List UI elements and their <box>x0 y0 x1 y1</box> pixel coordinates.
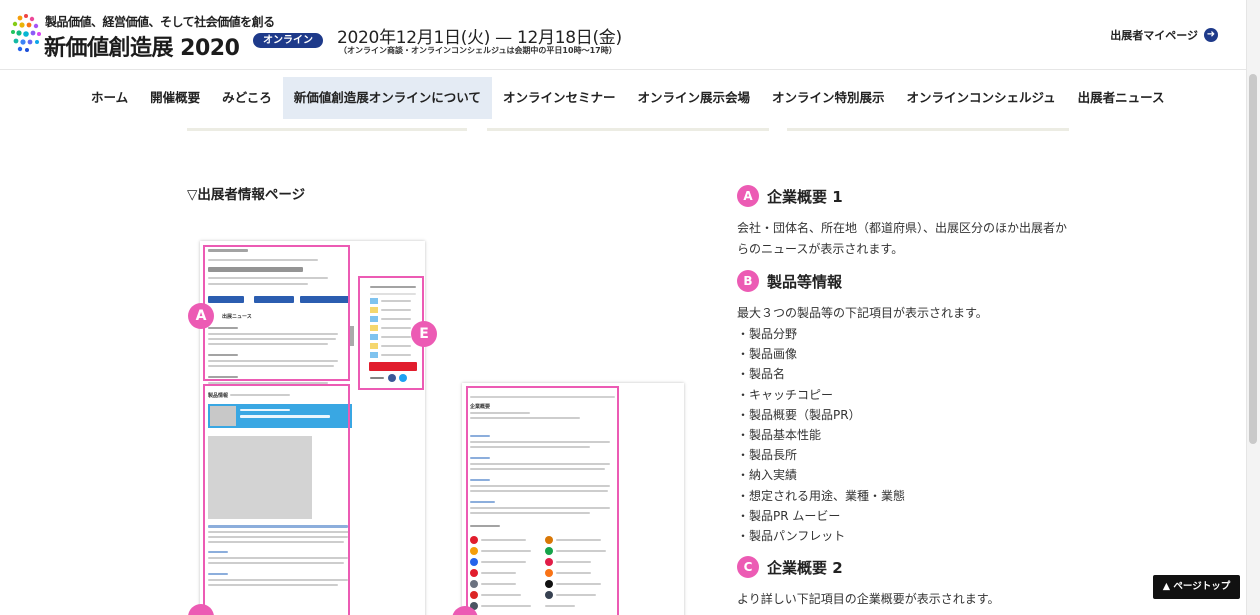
section-b-text: 最大３つの製品等の下記項目が表示されます。 <box>737 306 988 320</box>
section-a-title: A 企業概要 1 <box>737 185 1077 207</box>
nav-item-about-online[interactable]: 新価値創造展オンラインについて <box>282 77 492 119</box>
page-top-button[interactable]: ▲ ページトップ <box>1153 575 1240 599</box>
section-b-title-text: 製品等情報 <box>767 272 843 291</box>
description-panel: A 企業概要 1 会社・団体名、所在地（都道府県）、出展区分のほか出展者からのニ… <box>737 185 1077 615</box>
page-scrollbar[interactable] <box>1246 0 1260 615</box>
list-item: ・製品基本性能 <box>737 428 822 443</box>
nav-item-home[interactable]: ホーム <box>80 77 139 119</box>
badge-a: A <box>737 185 759 207</box>
list-item: ・キャッチコピー <box>737 387 834 402</box>
mypage-label: 出展者マイページ <box>1110 29 1198 42</box>
list-item: ・製品長所 <box>737 448 798 463</box>
list-item: ・製品画像 <box>737 347 798 362</box>
logo-icon[interactable] <box>10 12 44 54</box>
list-item: ・製品名 <box>737 367 786 382</box>
section-heading: ▽出展者情報ページ <box>187 187 306 203</box>
expo-name[interactable]: 新価値創造展 2020 <box>44 30 240 62</box>
section-c-title: C 企業概要 2 <box>737 556 1077 579</box>
nav-item-overview[interactable]: 開催概要 <box>139 77 211 119</box>
badge-b: B <box>737 270 759 292</box>
divider-line <box>187 128 467 131</box>
product-item-list: ・製品分野 ・製品画像 ・製品名 ・キャッチコピー ・製品概要（製品PR） ・製… <box>737 324 1077 546</box>
exhibitor-mypage-link[interactable]: 出展者マイページ ➜ <box>1110 27 1218 43</box>
list-item: ・製品概要（製品PR） <box>737 407 861 422</box>
nav-item-special-exhibit[interactable]: オンライン特別展示 <box>761 77 896 119</box>
section-a-text: 会社・団体名、所在地（都道府県）、出展区分のほか出展者からのニュースが表示されま… <box>737 221 1068 256</box>
list-item: ・製品分野 <box>737 327 798 341</box>
highlight-box-a <box>203 245 350 381</box>
list-item: ・製品パンフレット <box>737 529 846 544</box>
scrollbar-thumb[interactable] <box>1249 74 1257 444</box>
divider-line <box>787 128 1069 131</box>
event-date-note: （オンライン商談・オンラインコンシェルジュは会期中の平日10時～17時） <box>339 46 617 55</box>
section-b-title: B 製品等情報 <box>737 270 1077 292</box>
site-tagline: 製品価値、経営価値、そして社会価値を創る <box>45 15 275 29</box>
section-c-title-text: 企業概要 2 <box>767 558 843 577</box>
nav-item-exhibition-hall[interactable]: オンライン展示会場 <box>626 77 761 119</box>
list-item: ・製品PR ムービー <box>737 508 841 523</box>
nav-item-concierge[interactable]: オンラインコンシェルジュ <box>895 77 1066 119</box>
nav-item-highlights[interactable]: みどころ <box>211 77 283 119</box>
badge-c: C <box>737 556 759 579</box>
highlight-box-c <box>466 386 619 615</box>
highlight-box-b <box>203 384 350 615</box>
main-nav: ホーム 開催概要 みどころ 新価値創造展オンラインについて オンラインセミナー … <box>80 77 1176 119</box>
section-a-title-text: 企業概要 1 <box>767 187 843 206</box>
section-c-text: より詳しい下記項目の企業概要が表示されます。 <box>737 592 1000 607</box>
nav-item-exhibitor-news[interactable]: 出展者ニュース <box>1067 77 1176 119</box>
list-item: ・想定される用途、業種・業態 <box>737 488 906 503</box>
arrow-right-circle-icon: ➜ <box>1204 28 1218 42</box>
site-header: 製品価値、経営価値、そして社会価値を創る 新価値創造展 2020 オンライン 2… <box>0 0 1246 70</box>
list-item: ・納入実績 <box>737 468 798 483</box>
online-badge: オンライン <box>253 33 323 48</box>
nav-item-seminar[interactable]: オンラインセミナー <box>492 77 627 119</box>
marker-e: E <box>411 321 437 347</box>
marker-a: A <box>188 303 214 329</box>
divider-line <box>487 128 769 131</box>
